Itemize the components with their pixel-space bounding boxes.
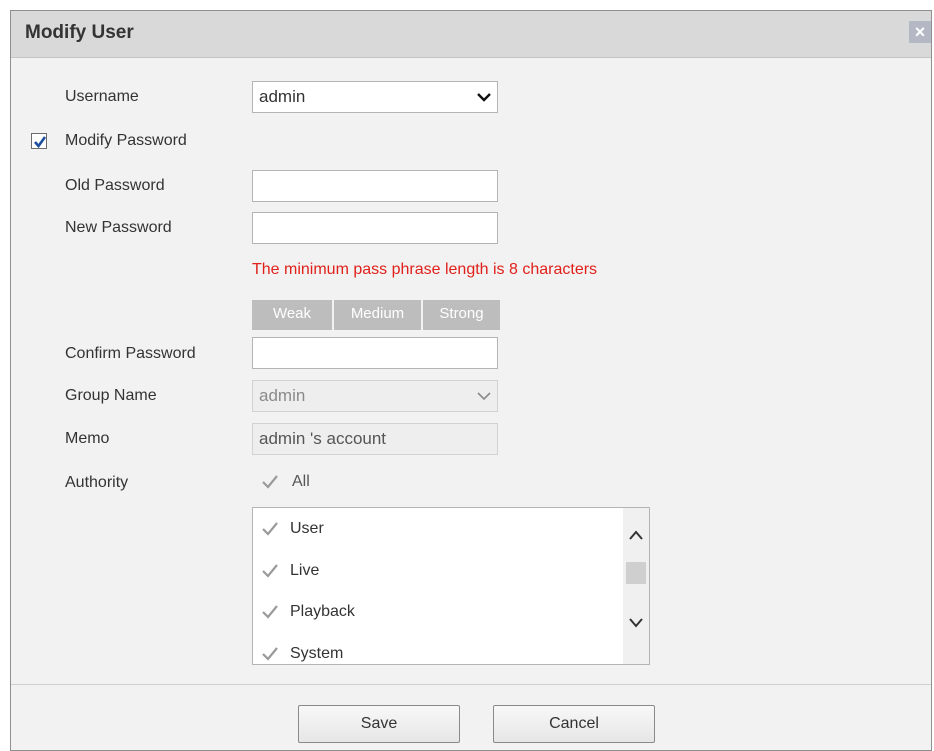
save-button[interactable]: Save (298, 705, 460, 743)
list-item-label: Playback (290, 603, 355, 620)
password-length-hint: The minimum pass phrase length is 8 char… (252, 261, 598, 278)
strength-strong: Strong (421, 300, 500, 330)
strength-weak: Weak (252, 300, 332, 330)
new-password-input[interactable] (252, 212, 498, 244)
checkmark-icon (34, 136, 47, 149)
username-label: Username (65, 88, 139, 105)
modify-password-label: Modify Password (65, 132, 187, 149)
authority-all-checkbox[interactable] (261, 473, 279, 491)
cancel-button[interactable]: Cancel (493, 705, 655, 743)
list-scrollbar[interactable] (623, 508, 649, 664)
checkbox-icon[interactable] (261, 562, 279, 580)
chevron-up-icon[interactable] (629, 530, 643, 540)
modify-password-checkbox[interactable] (31, 133, 47, 149)
dialog-titlebar: Modify User × (11, 11, 931, 58)
checkbox-icon[interactable] (261, 645, 279, 663)
strength-medium: Medium (332, 300, 421, 330)
authority-all-label: All (292, 473, 310, 490)
authority-list: User Live Playback System (252, 507, 650, 665)
new-password-label: New Password (65, 219, 172, 236)
authority-label: Authority (65, 474, 129, 491)
chevron-down-icon (477, 392, 491, 401)
password-strength-meter: Weak Medium Strong (252, 300, 500, 330)
memo-label: Memo (65, 430, 110, 447)
confirm-password-label: Confirm Password (65, 345, 196, 362)
group-name-label: Group Name (65, 387, 157, 404)
memo-input: admin 's account (252, 423, 498, 455)
scrollbar-thumb[interactable] (626, 562, 646, 584)
checkbox-icon[interactable] (261, 520, 279, 538)
list-item-label: System (290, 645, 344, 662)
username-value: admin (259, 87, 306, 106)
dialog-title: Modify User (25, 22, 134, 43)
group-name-value: admin (259, 386, 306, 405)
modify-user-dialog: Modify User × Username admin Modify Pass… (10, 10, 932, 751)
dialog-footer: Save Cancel (11, 684, 931, 750)
username-select[interactable]: admin (252, 81, 498, 113)
close-icon[interactable]: × (909, 21, 931, 43)
list-item-label: Live (290, 562, 320, 579)
old-password-label: Old Password (65, 177, 165, 194)
chevron-down-icon[interactable] (629, 618, 643, 628)
chevron-down-icon (477, 93, 491, 102)
confirm-password-input[interactable] (252, 337, 498, 369)
list-item-label: User (290, 520, 324, 537)
checkbox-icon[interactable] (261, 603, 279, 621)
group-name-select: admin (252, 380, 498, 412)
old-password-input[interactable] (252, 170, 498, 202)
